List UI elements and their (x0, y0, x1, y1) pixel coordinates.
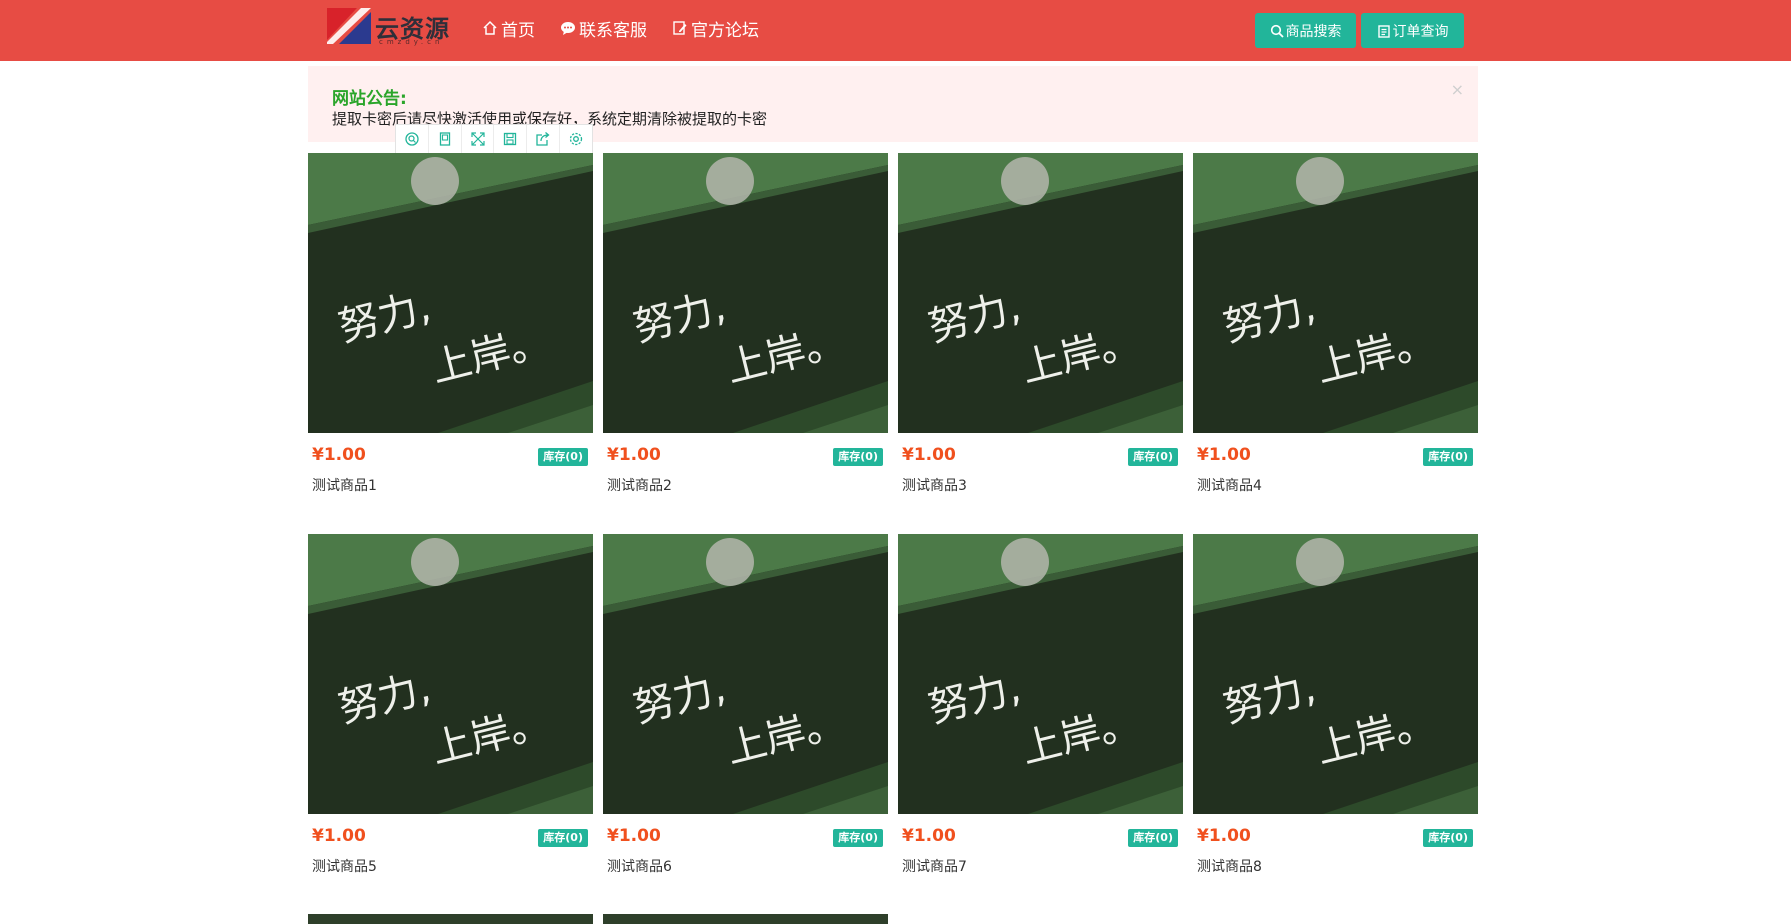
fullscreen-icon (470, 132, 485, 146)
product-name[interactable]: 测试商品2 (607, 475, 672, 495)
top-header: 云资源 cmzdy.cn 首页 联系客服 官方论坛 商品搜索 订单查询 (0, 0, 1791, 61)
toolbar-settings[interactable] (560, 125, 592, 153)
forum-edit-icon (673, 21, 687, 35)
nav-forum[interactable]: 官方论坛 (672, 16, 759, 41)
product-price: ¥1.00 (1197, 826, 1251, 846)
product-name[interactable]: 测试商品3 (902, 475, 967, 495)
product-card[interactable]: 努力, 上岸。 ¥1.00 库存(0) 测试商品8 (1193, 534, 1478, 904)
settings-icon (569, 132, 583, 146)
main-nav: 首页 联系客服 官方论坛 (482, 16, 759, 41)
product-image[interactable]: 努力, 上岸。 (1193, 153, 1478, 433)
product-name[interactable]: 测试商品1 (312, 475, 377, 495)
product-image[interactable]: 努力, 上岸。 (308, 534, 593, 814)
product-card[interactable]: 努力, 上岸。 ¥1.00 库存(0) 测试商品7 (898, 534, 1183, 904)
product-price: ¥1.00 (902, 826, 956, 846)
product-image[interactable]: 努力, 上岸。 (898, 153, 1183, 433)
product-name[interactable]: 测试商品8 (1197, 856, 1262, 876)
product-name[interactable]: 测试商品7 (902, 856, 967, 876)
share-icon (536, 132, 550, 146)
toolbar-save[interactable] (494, 125, 528, 153)
product-card[interactable]: 努力, 上岸。 ¥1.00 库存(0) 测试商品1 (308, 153, 593, 523)
toolbar-search-image[interactable] (396, 125, 429, 153)
order-query-button[interactable]: 订单查询 (1361, 13, 1464, 48)
product-image[interactable]: 努力, 上岸。 (603, 153, 888, 433)
bookmark-icon (439, 132, 450, 146)
product-price: ¥1.00 (312, 826, 366, 846)
notice-close-button[interactable]: × (1451, 80, 1464, 99)
stock-badge: 库存(0) (1128, 448, 1178, 466)
search-icon (1270, 24, 1284, 38)
product-name[interactable]: 测试商品6 (607, 856, 672, 876)
nav-contact-label: 联系客服 (579, 20, 647, 41)
search-image-icon (405, 132, 419, 146)
stock-badge: 库存(0) (1423, 448, 1473, 466)
product-name[interactable]: 测试商品5 (312, 856, 377, 876)
home-icon (483, 20, 497, 35)
stock-badge: 库存(0) (833, 448, 883, 466)
nav-contact[interactable]: 联系客服 (560, 16, 647, 41)
save-icon (504, 132, 517, 146)
stock-badge: 库存(0) (1128, 829, 1178, 847)
product-price: ¥1.00 (1197, 445, 1251, 465)
product-image[interactable]: 努力, 上岸。 (1193, 534, 1478, 814)
product-search-button[interactable]: 商品搜索 (1255, 13, 1356, 48)
nav-home[interactable]: 首页 (482, 16, 535, 41)
product-image[interactable]: 努力, 上岸。 (308, 153, 593, 433)
site-logo[interactable]: 云资源 cmzdy.cn (327, 8, 449, 46)
product-image[interactable]: 努力, 上岸。 (603, 534, 888, 814)
toolbar-share[interactable] (527, 125, 561, 153)
product-card[interactable]: 努力, 上岸。 ¥1.00 库存(0) 测试商品5 (308, 534, 593, 904)
nav-home-label: 首页 (501, 20, 535, 41)
product-price: ¥1.00 (607, 826, 661, 846)
order-query-label: 订单查询 (1392, 23, 1449, 40)
toolbar-bookmark[interactable] (429, 125, 462, 153)
product-card[interactable]: 努力, 上岸。 ¥1.00 库存(0) 测试商品4 (1193, 153, 1478, 523)
product-image[interactable]: 努力, 上岸。 (898, 534, 1183, 814)
product-card[interactable]: 努力, 上岸。 ¥1.00 库存(0) 测试商品2 (603, 153, 888, 523)
product-price: ¥1.00 (902, 445, 956, 465)
logo-subtitle: cmzdy.cn (379, 38, 444, 46)
nav-forum-label: 官方论坛 (691, 20, 759, 41)
product-price: ¥1.00 (312, 445, 366, 465)
stock-badge: 库存(0) (538, 829, 588, 847)
product-card[interactable]: 努力, 上岸。 ¥1.00 库存(0) 测试商品3 (898, 153, 1183, 523)
notice-title: 网站公告: (332, 89, 407, 109)
chat-icon (561, 22, 575, 35)
logo-mark-icon (327, 8, 371, 44)
image-toolbar (395, 124, 593, 154)
stock-badge: 库存(0) (833, 829, 883, 847)
stock-badge: 库存(0) (1423, 829, 1473, 847)
toolbar-fullscreen[interactable] (462, 125, 495, 153)
product-price: ¥1.00 (607, 445, 661, 465)
product-name[interactable]: 测试商品4 (1197, 475, 1262, 495)
product-search-label: 商品搜索 (1285, 23, 1342, 40)
clipboard-icon (1377, 24, 1390, 38)
product-card[interactable]: 努力, 上岸。 ¥1.00 库存(0) 测试商品6 (603, 534, 888, 904)
stock-badge: 库存(0) (538, 448, 588, 466)
